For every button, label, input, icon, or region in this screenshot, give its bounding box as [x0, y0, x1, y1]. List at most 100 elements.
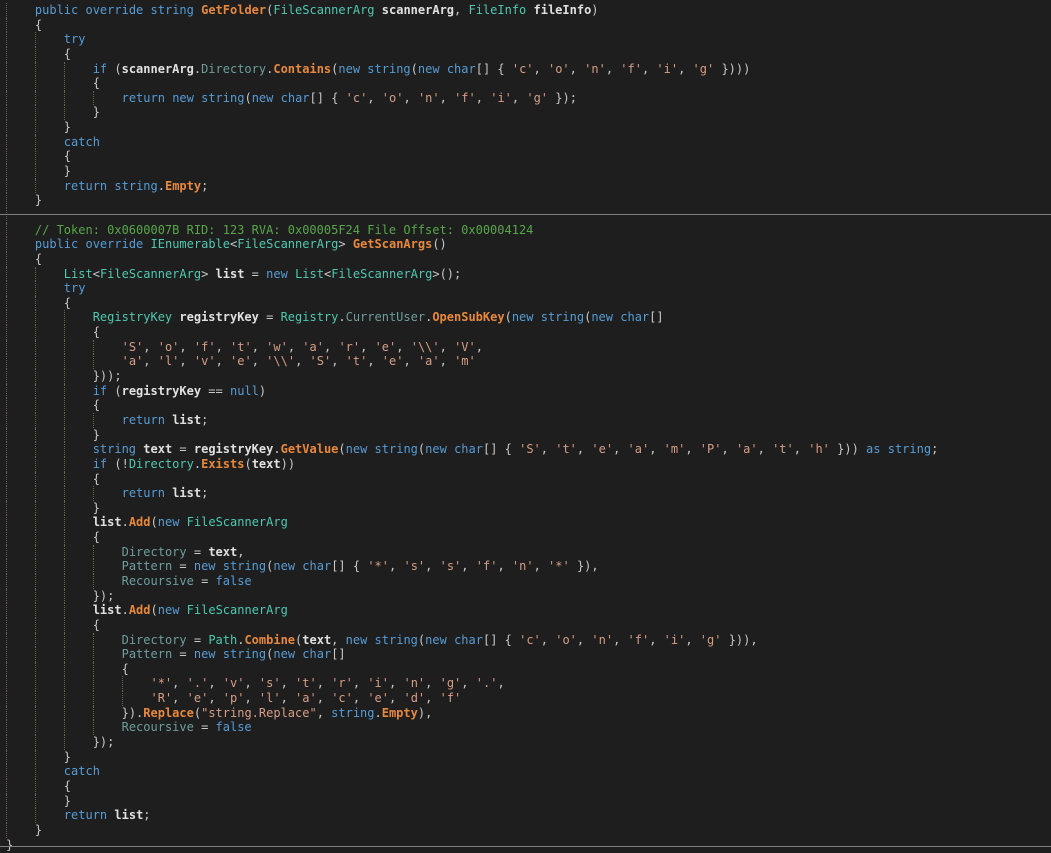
code-text: string text = registryKey.GetValue(new s… — [6, 442, 938, 457]
code-line[interactable]: Pattern = new string(new char[] — [0, 647, 1051, 662]
token-l: text — [252, 457, 281, 471]
code-line[interactable]: } — [0, 750, 1051, 765]
token-t: FileInfo — [468, 3, 526, 17]
code-line[interactable]: } — [0, 501, 1051, 516]
code-line[interactable]: public override string GetFolder(FileSca… — [0, 3, 1051, 18]
token-p: , — [367, 91, 381, 105]
code-line[interactable]: list.Add(new FileScannerArg — [0, 603, 1051, 618]
code-line[interactable]: { — [0, 398, 1051, 413]
code-line[interactable]: return string.Empty; — [0, 179, 1051, 194]
code-line[interactable]: public override IEnumerable<FileScannerA… — [0, 237, 1051, 252]
token-s: 'a' — [736, 442, 758, 456]
code-line[interactable]: } — [0, 823, 1051, 838]
token-k: char — [447, 62, 476, 76]
code-line[interactable]: '*', '.', 'v', 's', 't', 'r', 'i', 'n', … — [0, 676, 1051, 691]
code-line[interactable]: { — [0, 530, 1051, 545]
code-line[interactable]: } — [0, 428, 1051, 443]
token-p: , — [179, 354, 193, 368]
token-p: , — [642, 62, 656, 76]
token-p: , — [685, 633, 699, 647]
code-line[interactable]: Directory = text, — [0, 545, 1051, 560]
code-line[interactable]: return list; — [0, 808, 1051, 823]
code-line[interactable]: { — [0, 18, 1051, 33]
code-line[interactable]: Pattern = new string(new char[] { '*', '… — [0, 559, 1051, 574]
token-s: 't' — [230, 340, 252, 354]
code-line[interactable]: { — [0, 779, 1051, 794]
code-line[interactable]: } — [0, 794, 1051, 809]
token-m: Contains — [273, 62, 331, 76]
code-line[interactable]: catch — [0, 135, 1051, 150]
code-line[interactable]: { — [0, 325, 1051, 340]
code-line[interactable]: { — [0, 662, 1051, 677]
token-s: 'g' — [700, 633, 722, 647]
code-line[interactable]: Directory = Path.Combine(text, new strin… — [0, 633, 1051, 648]
code-line[interactable]: try — [0, 32, 1051, 47]
token-m: Add — [129, 515, 151, 529]
token-p: , — [440, 354, 454, 368]
code-line[interactable]: return list; — [0, 486, 1051, 501]
code-line[interactable]: } — [0, 105, 1051, 120]
token-pr: CurrentUser — [346, 310, 425, 324]
code-line[interactable]: if (!Directory.Exists(text)) — [0, 457, 1051, 472]
code-line[interactable]: if (registryKey == null) — [0, 384, 1051, 399]
code-line[interactable]: 'a', 'l', 'v', 'e', '\\', 'S', 't', 'e',… — [0, 354, 1051, 369]
token-p: } — [64, 750, 71, 764]
code-line[interactable]: Recoursive = false — [0, 720, 1051, 735]
token-s: 'S' — [310, 354, 332, 368]
token-k: false — [216, 720, 252, 734]
code-line[interactable]: { — [0, 149, 1051, 164]
code-text: return list; — [6, 808, 151, 823]
code-line[interactable]: }); — [0, 589, 1051, 604]
token-s: 'h' — [808, 442, 830, 456]
code-line[interactable]: catch — [0, 764, 1051, 779]
code-line[interactable]: { — [0, 76, 1051, 91]
token-p: . — [158, 179, 165, 193]
token-s: 'a' — [122, 354, 144, 368]
token-k: public — [35, 237, 78, 251]
token-s: 'f' — [620, 62, 642, 76]
token-p: } — [93, 428, 100, 442]
code-line[interactable]: } — [0, 120, 1051, 135]
code-line[interactable]: RegistryKey registryKey = Registry.Curre… — [0, 310, 1051, 325]
code-line[interactable]: // Token: 0x0600007B RID: 123 RVA: 0x000… — [0, 223, 1051, 238]
code-line[interactable]: }).Replace("string.Replace", string.Empt… — [0, 706, 1051, 721]
code-line[interactable]: { — [0, 472, 1051, 487]
code-line[interactable]: } — [0, 193, 1051, 208]
code-line[interactable]: { — [0, 618, 1051, 633]
code-line[interactable]: List<FileScannerArg> list = new List<Fil… — [0, 267, 1051, 282]
code-line[interactable]: } — [0, 838, 1051, 853]
code-line[interactable]: return list; — [0, 413, 1051, 428]
token-t: FileScannerArg — [237, 237, 338, 251]
code-line[interactable]: list.Add(new FileScannerArg — [0, 515, 1051, 530]
token-m: GetValue — [281, 442, 339, 456]
code-text: } — [6, 501, 100, 516]
code-line[interactable]: { — [0, 252, 1051, 267]
code-line[interactable]: Recoursive = false — [0, 574, 1051, 589]
code-line[interactable]: try — [0, 281, 1051, 296]
token-pr: Recoursive — [122, 720, 194, 734]
code-line[interactable]: } — [0, 164, 1051, 179]
code-line[interactable]: { — [0, 47, 1051, 62]
code-line[interactable]: }); — [0, 735, 1051, 750]
token-m: OpenSubKey — [432, 310, 504, 324]
code-line[interactable]: if (scannerArg.Directory.Contains(new st… — [0, 62, 1051, 77]
code-line[interactable]: })); — [0, 369, 1051, 384]
token-p: })), — [721, 633, 757, 647]
method-separator-line[interactable] — [0, 208, 1051, 223]
code-line[interactable]: return new string(new char[] { 'c', 'o',… — [0, 91, 1051, 106]
token-s: 'V' — [454, 340, 476, 354]
token-s: 'n' — [418, 91, 440, 105]
code-line[interactable]: 'S', 'o', 'f', 't', 'w', 'a', 'r', 'e', … — [0, 340, 1051, 355]
code-text: } — [6, 164, 71, 179]
token-l: list — [93, 515, 122, 529]
code-line[interactable]: { — [0, 296, 1051, 311]
token-p: { — [93, 398, 100, 412]
token-p: , — [252, 340, 266, 354]
bottom-separator — [0, 846, 1051, 847]
code-editor[interactable]: public override string GetFolder(FileSca… — [0, 0, 1051, 853]
code-line[interactable]: 'R', 'e', 'p', 'l', 'a', 'c', 'e', 'd', … — [0, 691, 1051, 706]
token-s: 'o' — [555, 633, 577, 647]
token-p: ( — [411, 62, 418, 76]
token-p: ) — [259, 384, 266, 398]
code-line[interactable]: string text = registryKey.GetValue(new s… — [0, 442, 1051, 457]
